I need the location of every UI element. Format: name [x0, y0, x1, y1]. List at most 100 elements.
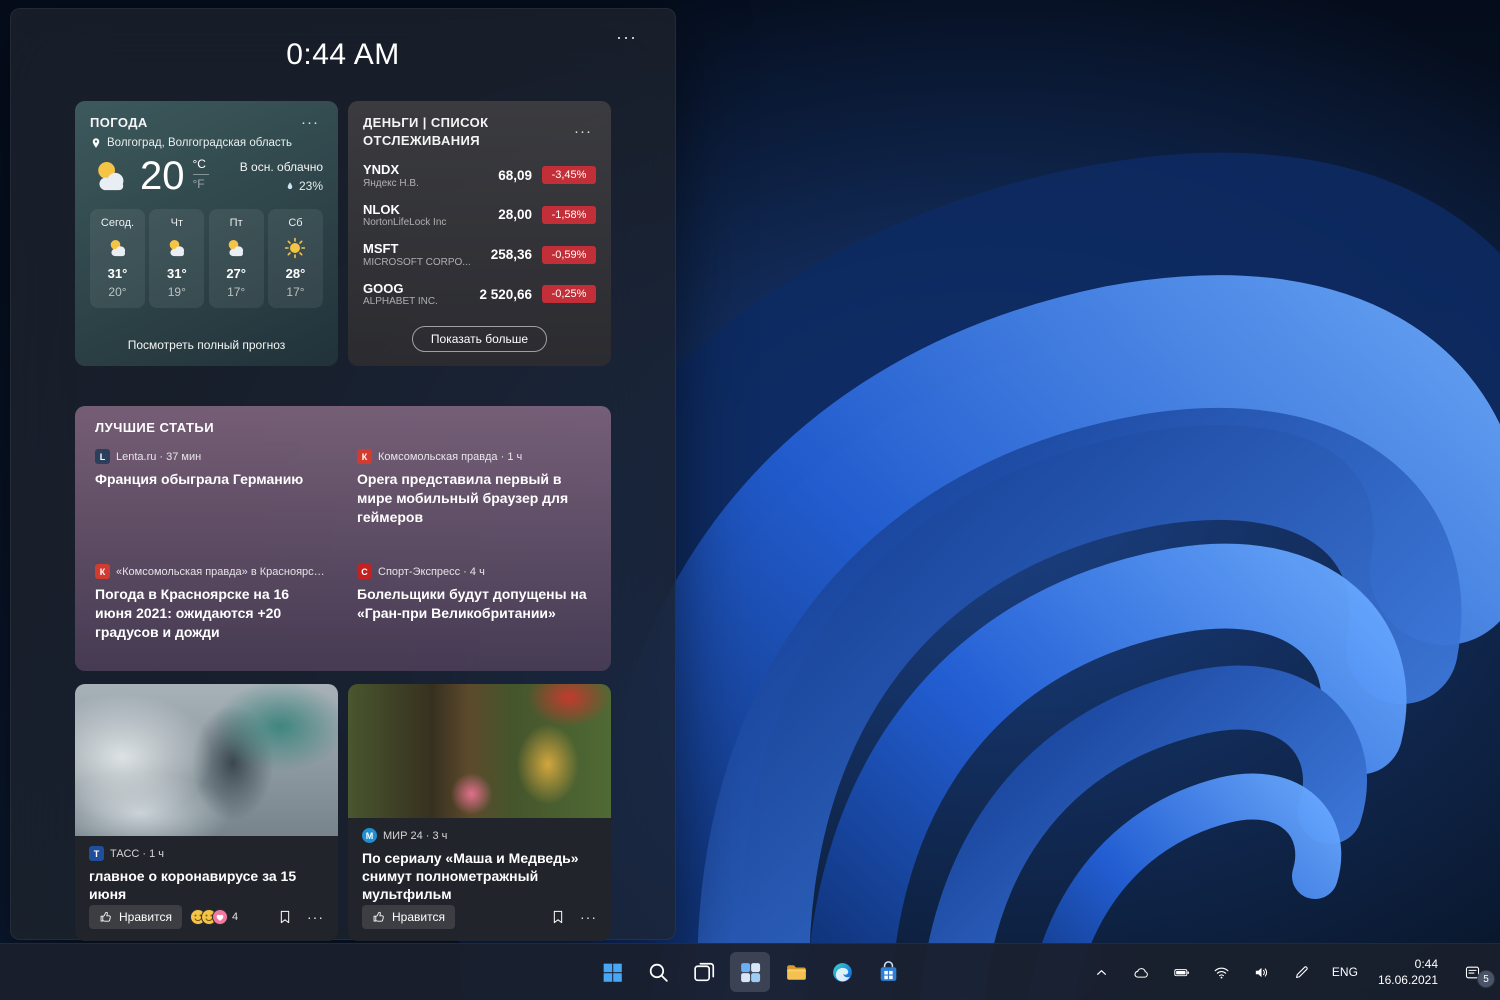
- panel-more-icon[interactable]: ···: [608, 25, 645, 50]
- story-actions: Нравится 4 ···: [89, 905, 324, 929]
- stock-price: 258,36: [490, 247, 532, 263]
- stock-price: 28,00: [498, 207, 532, 223]
- stocks-more-icon[interactable]: ···: [570, 123, 596, 140]
- article-meta: L Lenta.ru · 37 мин: [95, 449, 329, 464]
- wifi-tray-button[interactable]: [1204, 954, 1240, 990]
- weather-location-row[interactable]: Волгоград, Волгоградская область: [90, 137, 323, 149]
- forecast-day-label: Сегод.: [100, 217, 135, 229]
- news-article-1[interactable]: К Комсомольская правда · 1 ч Opera предс…: [357, 449, 591, 540]
- microsoft-store-button[interactable]: [868, 952, 908, 992]
- story-meta: М МИР 24 · 3 ч: [362, 828, 597, 843]
- volume-tray-button[interactable]: [1244, 954, 1280, 990]
- news-article-3[interactable]: С Спорт-Экспресс · 4 ч Болельщики будут …: [357, 564, 591, 655]
- full-forecast-link[interactable]: Посмотреть полный прогноз: [90, 334, 323, 354]
- stock-row-nlok[interactable]: NLOK NortonLifeLock Inc 28,00 -1,58%: [363, 202, 596, 229]
- unit-toggle[interactable]: °C °F: [192, 157, 209, 191]
- forecast-low: 19°: [167, 285, 186, 299]
- story-more-icon[interactable]: ···: [580, 909, 597, 925]
- story-body: Т ТАСС · 1 ч главное о коронавирусе за 1…: [75, 836, 338, 941]
- like-button[interactable]: Нравится: [362, 905, 455, 929]
- article-headline: Opera представила первый в мире мобильны…: [357, 471, 569, 525]
- sun-cloud-icon: [165, 236, 189, 260]
- story-meta: Т ТАСС · 1 ч: [89, 846, 324, 861]
- story-card-covid[interactable]: Т ТАСС · 1 ч главное о коронавирусе за 1…: [75, 684, 338, 941]
- widgets-button[interactable]: [730, 952, 770, 992]
- news-article-2[interactable]: К «Комсомольская правда» в Красноярске -…: [95, 564, 329, 655]
- location-pin-icon: [90, 137, 102, 149]
- stock-company: MICROSOFT CORPO...: [363, 256, 471, 268]
- store-bag-icon: [880, 960, 896, 981]
- heart-emoji-icon: [212, 909, 228, 925]
- forecast-high: 31°: [166, 266, 187, 281]
- like-button[interactable]: Нравится: [89, 905, 182, 929]
- unit-fahrenheit[interactable]: °F: [192, 173, 209, 191]
- file-explorer-button[interactable]: [776, 952, 816, 992]
- forecast-day-1[interactable]: Чт 31° 19°: [149, 209, 205, 308]
- stock-row-yndx[interactable]: YNDX Яндекс Н.В. 68,09 -3,45%: [363, 162, 596, 189]
- weather-widget[interactable]: ПОГОДА ··· Волгоград, Волгоградская обла…: [75, 101, 338, 366]
- stock-values: 28,00 -1,58%: [498, 205, 596, 224]
- story-action-icons: ···: [275, 907, 324, 927]
- tray-date: 16.06.2021: [1377, 973, 1438, 987]
- bookmark-button[interactable]: [548, 907, 568, 927]
- pen-tray-button[interactable]: [1284, 954, 1320, 990]
- stock-ticker: MSFT: [363, 241, 399, 257]
- widgets-top-row: ПОГОДА ··· Волгоград, Волгоградская обла…: [75, 101, 611, 366]
- story-body: М МИР 24 · 3 ч По сериалу «Маша и Медвед…: [348, 818, 611, 941]
- precipitation-row: 23%: [285, 179, 323, 193]
- story-actions: Нравится ···: [362, 905, 597, 929]
- taskbar-center-icons: [592, 944, 908, 1000]
- story-card-masha[interactable]: М МИР 24 · 3 ч По сериалу «Маша и Медвед…: [348, 684, 611, 941]
- show-more-button[interactable]: Показать больше: [411, 326, 548, 352]
- bookmark-button[interactable]: [275, 907, 295, 927]
- thumbs-up-icon: [372, 910, 386, 924]
- tray-overflow-button[interactable]: [1084, 954, 1120, 990]
- source-meta: Lenta.ru · 37 мин: [116, 450, 202, 463]
- stock-id: GOOG ALPHABET INC.: [363, 281, 438, 308]
- story-headline: главное о коронавирусе за 15 июня: [89, 868, 297, 903]
- top-stories-widget: ЛУЧШИЕ СТАТЬИ L Lenta.ru · 37 мин Франци…: [75, 406, 611, 671]
- source-favicon: Т: [89, 846, 104, 861]
- onedrive-tray-button[interactable]: [1124, 954, 1160, 990]
- stock-row-goog[interactable]: GOOG ALPHABET INC. 2 520,66 -0,25%: [363, 281, 596, 308]
- language-indicator[interactable]: ENG: [1324, 965, 1366, 979]
- sun-cloud-icon: [90, 155, 132, 197]
- story-more-icon[interactable]: ···: [307, 909, 324, 925]
- sun-cloud-icon: [224, 236, 248, 260]
- unit-celsius[interactable]: °C: [193, 157, 209, 171]
- article-meta: С Спорт-Экспресс · 4 ч: [357, 564, 591, 579]
- news-article-0[interactable]: L Lenta.ru · 37 мин Франция обыграла Гер…: [95, 449, 329, 540]
- stock-company: NortonLifeLock Inc: [363, 217, 447, 229]
- battery-tray-button[interactable]: [1164, 954, 1200, 990]
- edge-button[interactable]: [822, 952, 862, 992]
- stock-row-msft[interactable]: MSFT MICROSOFT CORPO... 258,36 -0,59%: [363, 241, 596, 268]
- battery-icon: [1173, 964, 1190, 981]
- notification-center-button[interactable]: 5: [1454, 954, 1495, 990]
- reactions-cluster[interactable]: 4: [190, 909, 238, 925]
- stocks-header: ДЕНЬГИ | СПИСОК ОТСЛЕЖИВАНИЯ ···: [363, 114, 596, 149]
- forecast-day-3[interactable]: Сб 28° 17°: [267, 209, 323, 308]
- article-headline: Болельщики будут допущены на «Гран-при В…: [357, 586, 587, 621]
- source-favicon: С: [357, 564, 372, 579]
- stocks-widget[interactable]: ДЕНЬГИ | СПИСОК ОТСЛЕЖИВАНИЯ ··· YNDX Ян…: [348, 101, 611, 366]
- source-meta: МИР 24 · 3 ч: [383, 829, 448, 842]
- forecast-day-0[interactable]: Сегод. 31° 20°: [90, 209, 145, 308]
- weather-more-icon[interactable]: ···: [297, 114, 323, 131]
- widgets-icon: [740, 962, 760, 982]
- source-meta: «Комсомольская правда» в Красноярске -..…: [116, 565, 329, 578]
- stock-values: 258,36 -0,59%: [490, 245, 596, 264]
- clock-date-button[interactable]: 0:44 16.06.2021: [1370, 956, 1446, 988]
- task-view-button[interactable]: [684, 952, 724, 992]
- current-temperature: 20: [140, 154, 185, 198]
- search-button[interactable]: [638, 952, 678, 992]
- article-headline: Погода в Красноярске на 16 июня 2021: ож…: [95, 586, 290, 640]
- edge-browser-icon: [832, 962, 852, 982]
- story-action-icons: ···: [548, 907, 597, 927]
- article-meta: К Комсомольская правда · 1 ч: [357, 449, 591, 464]
- cloud-icon: [1133, 964, 1150, 981]
- taskbar: ENG 0:44 16.06.2021 5: [0, 943, 1500, 1000]
- start-button[interactable]: [592, 952, 632, 992]
- bookmark-icon: [550, 909, 566, 925]
- forecast-day-2[interactable]: Пт 27° 17°: [208, 209, 264, 308]
- stock-values: 2 520,66 -0,25%: [479, 285, 596, 304]
